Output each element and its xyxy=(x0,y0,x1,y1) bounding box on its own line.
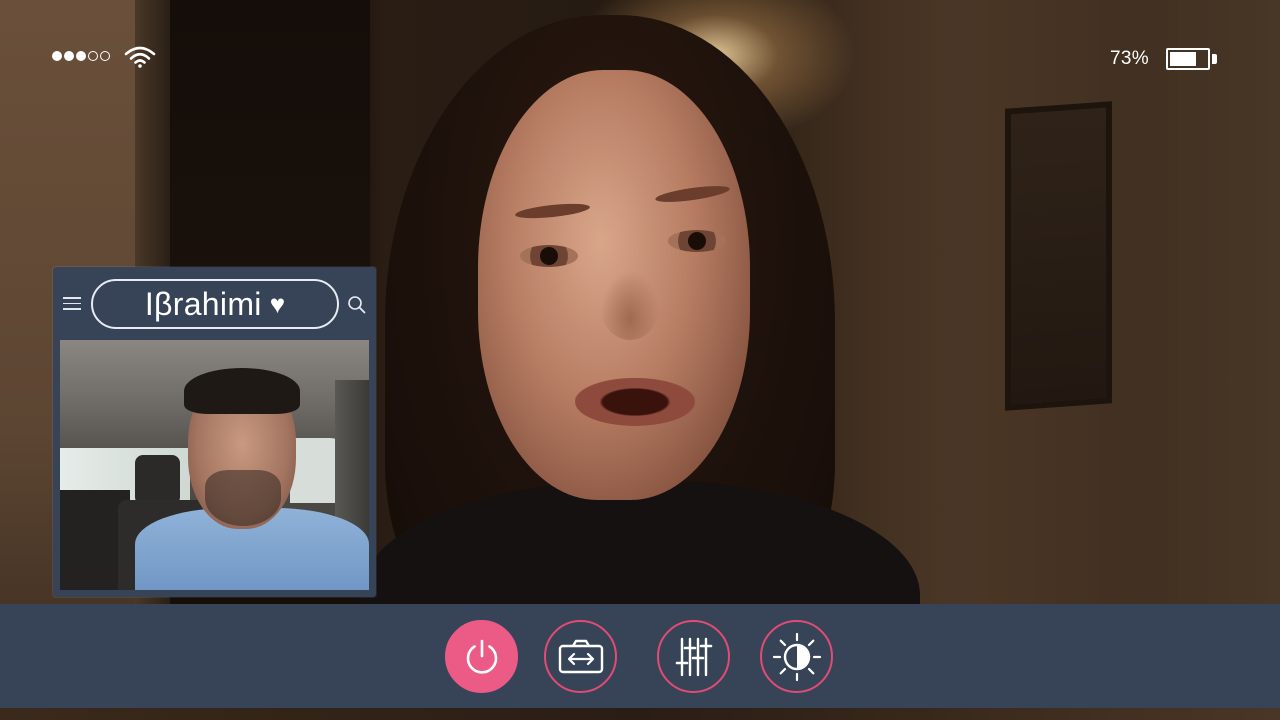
signal-dot xyxy=(100,51,110,61)
self-video-feed xyxy=(60,340,369,590)
caller-name-pill[interactable]: Iβrahimi ♥ xyxy=(91,279,339,329)
remote-person-eye-right xyxy=(668,230,726,252)
self-person-beard xyxy=(205,470,281,526)
self-person-hair xyxy=(184,368,300,414)
brightness-icon xyxy=(772,632,821,681)
brightness-button[interactable] xyxy=(760,620,833,693)
battery-level-fill xyxy=(1170,52,1196,66)
remote-person-eye-left xyxy=(520,245,578,267)
power-icon xyxy=(466,639,497,674)
battery-percentage: 73% xyxy=(1110,48,1149,69)
caller-name: Iβrahimi xyxy=(144,285,262,322)
car-headrest xyxy=(135,455,180,505)
sliders-icon xyxy=(675,637,712,676)
call-control-bar xyxy=(0,604,1280,708)
search-icon[interactable] xyxy=(347,295,366,314)
switch-camera-icon xyxy=(558,639,603,673)
signal-dot xyxy=(76,51,86,61)
remote-person-nose xyxy=(600,270,660,340)
adjust-settings-button[interactable] xyxy=(657,620,730,693)
switch-camera-button[interactable] xyxy=(544,620,617,693)
signal-dot xyxy=(52,51,62,61)
remote-person-mouth xyxy=(575,378,695,426)
heart-icon[interactable]: ♥ xyxy=(270,291,285,317)
hamburger-menu-icon[interactable] xyxy=(63,297,81,314)
remote-video-bottom-edge xyxy=(0,708,1280,720)
signal-dot xyxy=(64,51,74,61)
battery-icon xyxy=(1166,48,1210,70)
wifi-icon xyxy=(124,46,156,68)
battery-tip xyxy=(1212,54,1217,64)
signal-dot xyxy=(88,51,98,61)
background-picture-frame xyxy=(1005,101,1112,411)
self-view-panel[interactable]: Iβrahimi ♥ xyxy=(53,267,376,597)
end-call-button[interactable] xyxy=(445,620,518,693)
signal-strength-indicator xyxy=(52,51,110,61)
